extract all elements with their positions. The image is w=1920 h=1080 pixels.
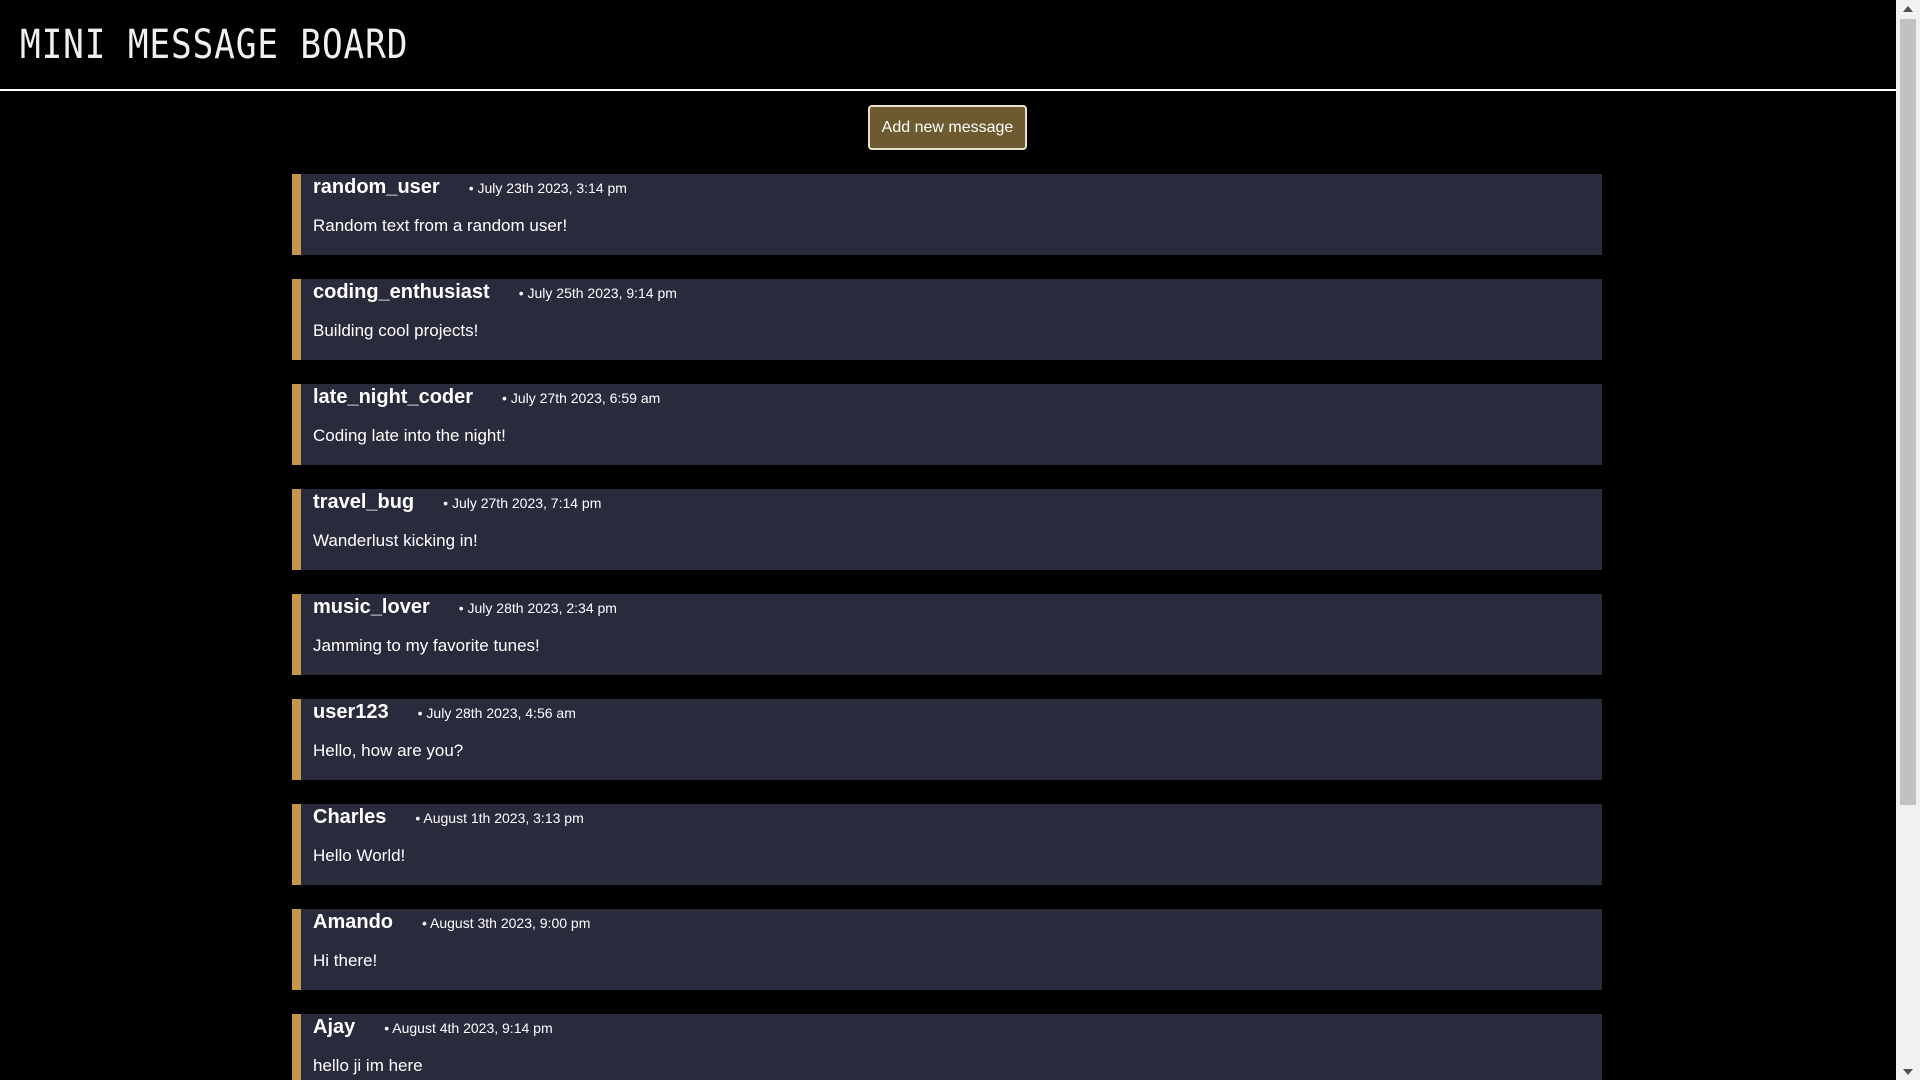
message-timestamp: • July 28th 2023, 2:34 pm xyxy=(458,600,617,616)
message-header: Charles • August 1th 2023, 3:13 pm xyxy=(313,806,584,829)
message-username: Ajay xyxy=(313,1016,356,1038)
site-title: MINI MESSAGE BOARD xyxy=(20,22,409,68)
message-timestamp: • August 3th 2023, 9:00 pm xyxy=(422,915,591,931)
message-username: user123 xyxy=(313,701,389,723)
message-timestamp: • July 28th 2023, 4:56 am xyxy=(417,705,576,721)
message-username: random_user xyxy=(313,176,440,198)
message-text: Wanderlust kicking in! xyxy=(313,531,478,550)
message-username: Amando xyxy=(313,911,393,933)
message-header: Amando • August 3th 2023, 9:00 pm xyxy=(313,911,590,934)
message-timestamp: • July 23th 2023, 3:14 pm xyxy=(468,180,627,196)
message-header: coding_enthusiast • July 25th 2023, 9:14… xyxy=(313,281,677,304)
message-username: coding_enthusiast xyxy=(313,281,490,303)
message-timestamp: • July 27th 2023, 7:14 pm xyxy=(443,495,602,511)
message-username: travel_bug xyxy=(313,491,415,513)
message-username: late_night_coder xyxy=(313,386,474,408)
arrow-down-icon[interactable] xyxy=(1896,1063,1920,1080)
vertical-scrollbar[interactable] xyxy=(1896,0,1920,1080)
add-new-message-button[interactable]: Add new message xyxy=(868,105,1027,150)
message-card: Ajay • August 4th 2023, 9:14 pm hello ji… xyxy=(292,1014,1602,1080)
message-card: Charles • August 1th 2023, 3:13 pm Hello… xyxy=(292,804,1602,885)
site-header: MINI MESSAGE BOARD xyxy=(0,0,1896,91)
page: MINI MESSAGE BOARD Add new message rando… xyxy=(0,0,1920,1080)
message-timestamp: • August 4th 2023, 9:14 pm xyxy=(384,1020,553,1036)
message-card: late_night_coder • July 27th 2023, 6:59 … xyxy=(292,384,1602,465)
message-text: Hi there! xyxy=(313,951,378,970)
message-header: user123 • July 28th 2023, 4:56 am xyxy=(313,701,576,724)
message-text: Hello World! xyxy=(313,846,406,865)
scrollbar-thumb[interactable] xyxy=(1900,19,1916,805)
message-card: random_user • July 23th 2023, 3:14 pm Ra… xyxy=(292,174,1602,255)
message-header: travel_bug • July 27th 2023, 7:14 pm xyxy=(313,491,601,514)
message-card: coding_enthusiast • July 25th 2023, 9:14… xyxy=(292,279,1602,360)
message-card: Amando • August 3th 2023, 9:00 pm Hi the… xyxy=(292,909,1602,990)
message-header: random_user • July 23th 2023, 3:14 pm xyxy=(313,176,627,199)
message-header: Ajay • August 4th 2023, 9:14 pm xyxy=(313,1016,553,1039)
message-username: Charles xyxy=(313,806,387,828)
message-username: music_lover xyxy=(313,596,430,618)
arrow-up-icon[interactable] xyxy=(1896,0,1920,17)
message-text: hello ji im here xyxy=(313,1056,423,1075)
message-text: Jamming to my favorite tunes! xyxy=(313,636,540,655)
message-timestamp: • August 1th 2023, 3:13 pm xyxy=(415,810,584,826)
message-timestamp: • July 25th 2023, 9:14 pm xyxy=(518,285,677,301)
message-list: random_user • July 23th 2023, 3:14 pm Ra… xyxy=(292,174,1602,1080)
message-card: travel_bug • July 27th 2023, 7:14 pm Wan… xyxy=(292,489,1602,570)
message-text: Coding late into the night! xyxy=(313,426,506,445)
message-header: music_lover • July 28th 2023, 2:34 pm xyxy=(313,596,617,619)
message-text: Hello, how are you? xyxy=(313,741,464,760)
message-timestamp: • July 27th 2023, 6:59 am xyxy=(502,390,661,406)
message-text: Random text from a random user! xyxy=(313,216,568,235)
message-header: late_night_coder • July 27th 2023, 6:59 … xyxy=(313,386,660,409)
message-text: Building cool projects! xyxy=(313,321,479,340)
message-card: user123 • July 28th 2023, 4:56 am Hello,… xyxy=(292,699,1602,780)
message-card: music_lover • July 28th 2023, 2:34 pm Ja… xyxy=(292,594,1602,675)
